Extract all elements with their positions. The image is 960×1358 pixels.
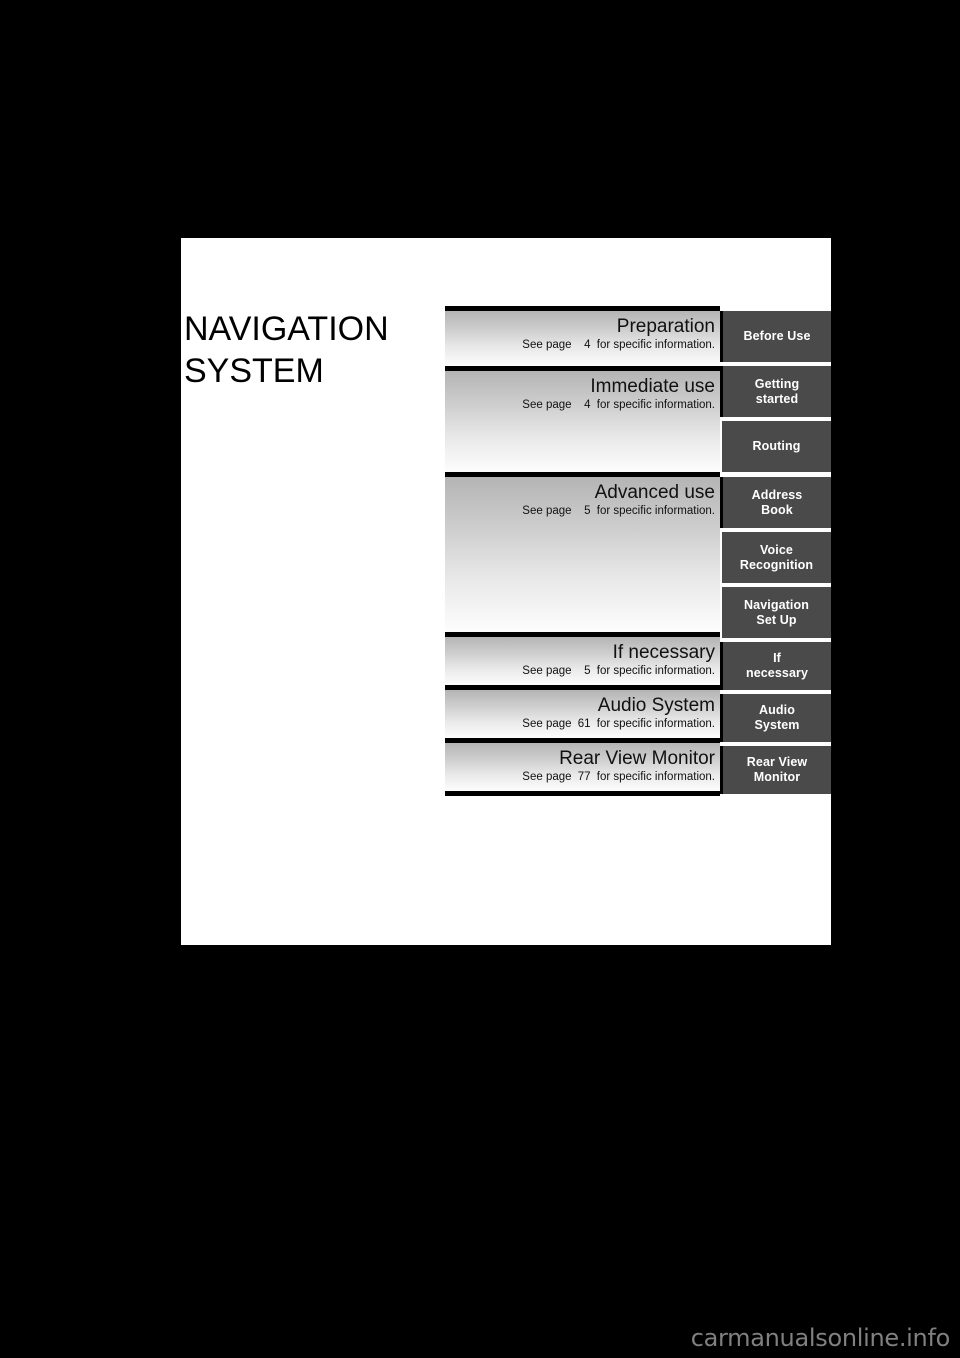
section-page-note: See page 4 for specific information. [445, 398, 715, 413]
tab-voice-recognition[interactable]: Voice Recognition [722, 532, 831, 583]
section-list-column: Preparation See page 4 for specific infor… [445, 306, 720, 827]
section-page-note: See page 5 for specific information. [445, 664, 715, 679]
see-page-prefix: See page [522, 771, 572, 783]
page-number: 61 [577, 718, 591, 730]
section-title: Rear View Monitor [559, 748, 715, 769]
section-block-audio-system[interactable]: Audio System See page 61 for specific inf… [445, 685, 720, 738]
tab-if-necessary[interactable]: If necessary [720, 642, 831, 690]
see-page-prefix: See page [522, 399, 572, 411]
section-title: If necessary [612, 642, 715, 663]
section-title: Advanced use [594, 482, 715, 503]
see-page-suffix: for specific information. [596, 665, 715, 677]
section-block-advanced-use[interactable]: Advanced use See page 5 for specific info… [445, 472, 720, 632]
section-page-note: See page 61 for specific information. [445, 717, 715, 732]
section-title: Audio System [597, 695, 715, 716]
document-page: NAVIGATION SYSTEM Preparation See page 4 … [181, 238, 831, 945]
section-block-immediate-use[interactable]: Immediate use See page 4 for specific inf… [445, 366, 720, 472]
see-page-prefix: See page [522, 665, 572, 677]
page-number: 5 [584, 505, 591, 517]
tab-routing[interactable]: Routing [722, 421, 831, 472]
section-index-table: Preparation See page 4 for specific infor… [445, 306, 831, 827]
tab-before-use[interactable]: Before Use [720, 311, 831, 362]
tab-getting-started[interactable]: Getting started [720, 366, 831, 417]
section-page-note: See page 5 for specific information. [445, 504, 715, 519]
page-number: 4 [584, 339, 591, 351]
section-block-preparation[interactable]: Preparation See page 4 for specific infor… [445, 306, 720, 366]
see-page-suffix: for specific information. [596, 399, 715, 411]
site-watermark: carmanualsonline.info [690, 1324, 951, 1352]
page-number: 4 [584, 399, 591, 411]
see-page-prefix: See page [522, 718, 572, 730]
tab-index-column: Before Use Getting started Routing Addre… [720, 306, 831, 827]
see-page-suffix: for specific information. [596, 718, 715, 730]
section-title: Preparation [616, 316, 715, 337]
tab-navigation-set-up[interactable]: Navigation Set Up [722, 587, 831, 638]
page-number: 5 [584, 665, 591, 677]
see-page-suffix: for specific information. [596, 505, 715, 517]
section-page-note: See page 4 for specific information. [445, 338, 715, 353]
tab-address-book[interactable]: Address Book [720, 477, 831, 528]
see-page-prefix: See page [522, 505, 572, 517]
see-page-suffix: for specific information. [596, 339, 715, 351]
tab-audio-system[interactable]: Audio System [720, 694, 831, 742]
section-block-rear-view-monitor[interactable]: Rear View Monitor See page 77 for specifi… [445, 738, 720, 796]
page-title: NAVIGATION SYSTEM [184, 310, 389, 390]
section-title: Immediate use [590, 376, 715, 397]
section-page-note: See page 77 for specific information. [445, 770, 715, 785]
see-page-prefix: See page [522, 339, 572, 351]
page-number: 77 [577, 771, 591, 783]
tab-rear-view-monitor[interactable]: Rear View Monitor [720, 746, 831, 794]
see-page-suffix: for specific information. [596, 771, 715, 783]
section-block-if-necessary[interactable]: If necessary See page 5 for specific info… [445, 632, 720, 685]
